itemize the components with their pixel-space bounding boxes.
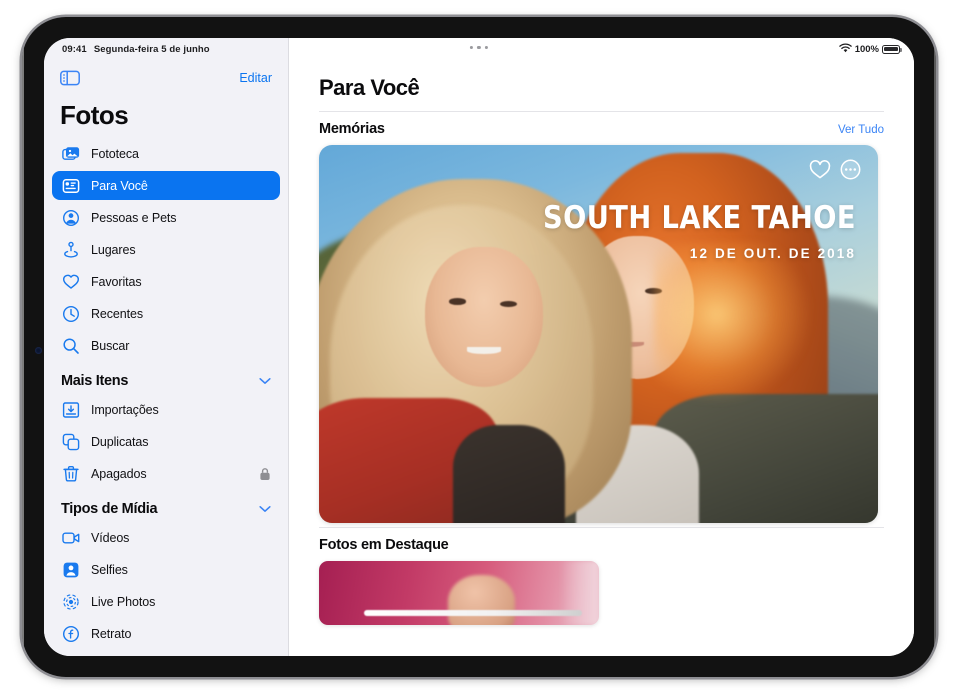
main-content: Para Você Memórias Ver Tudo SOUTH LAKE T… bbox=[289, 38, 914, 656]
sidebar-item-label: Retrato bbox=[91, 626, 132, 641]
sidebar-item-label: Importações bbox=[91, 402, 159, 417]
section-title: Mais Itens bbox=[61, 373, 129, 389]
sidebar-item-label: Favoritas bbox=[91, 274, 142, 289]
content-page-title: Para Você bbox=[319, 75, 420, 100]
memories-see-all-link[interactable]: Ver Tudo bbox=[838, 124, 884, 136]
sidebar-item-duplicatas[interactable]: Duplicatas bbox=[52, 427, 280, 456]
sidebar-item-fototeca[interactable]: Fototeca bbox=[52, 139, 280, 168]
sidebar-item-live-photos[interactable]: Live Photos bbox=[52, 587, 280, 616]
sidebar-item-pessoas-e-pets[interactable]: Pessoas e Pets bbox=[52, 203, 280, 232]
featured-section-title: Fotos em Destaque bbox=[319, 537, 449, 553]
search-icon bbox=[61, 336, 81, 356]
memory-card-date: 12 DE OUT. DE 2018 bbox=[689, 246, 856, 261]
memories-section-header: Memórias Ver Tudo bbox=[289, 112, 914, 145]
front-camera-icon bbox=[35, 347, 42, 354]
memory-card-title: SOUTH LAKE TAHOE bbox=[542, 200, 856, 236]
memory-card-actions bbox=[809, 159, 861, 185]
sidebar-item-favoritas[interactable]: Favoritas bbox=[52, 267, 280, 296]
sidebar-item-para-voce[interactable]: Para Você bbox=[52, 171, 280, 200]
sidebar-item-label: Vídeos bbox=[91, 530, 130, 545]
for-you-icon bbox=[61, 176, 81, 196]
lock-icon bbox=[259, 467, 271, 481]
memories-section-title: Memórias bbox=[319, 121, 385, 137]
portrait-icon bbox=[61, 624, 81, 644]
sidebar-item-retrato[interactable]: Retrato bbox=[52, 619, 280, 648]
sidebar-item-label: Duplicatas bbox=[91, 434, 149, 449]
chevron-down-icon[interactable] bbox=[259, 500, 271, 518]
sidebar-toggle-icon[interactable] bbox=[60, 70, 80, 86]
heart-icon bbox=[61, 272, 81, 292]
featured-carousel[interactable] bbox=[289, 561, 914, 625]
sidebar-item-label: Buscar bbox=[91, 338, 130, 353]
sidebar-item-label: Lugares bbox=[91, 242, 136, 257]
clock-icon bbox=[61, 304, 81, 324]
sidebar-item-lugares[interactable]: Lugares bbox=[52, 235, 280, 264]
sidebar-item-selfies[interactable]: Selfies bbox=[52, 555, 280, 584]
video-camera-icon bbox=[61, 528, 81, 548]
featured-section-header: Fotos em Destaque bbox=[289, 528, 914, 561]
ipad-device-frame: 09:41 Segunda-feira 5 de junho 100% Edit… bbox=[22, 17, 936, 677]
sidebar-item-label: Fototeca bbox=[91, 146, 139, 161]
section-title: Tipos de Mídia bbox=[61, 501, 158, 517]
heart-outline-icon[interactable] bbox=[809, 159, 831, 185]
sidebar-toolbar: Editar bbox=[44, 62, 288, 94]
sidebar-item-label: Live Photos bbox=[91, 594, 156, 609]
sidebar-item-label: Pessoas e Pets bbox=[91, 210, 177, 225]
chevron-down-icon[interactable] bbox=[259, 372, 271, 390]
page-title-fotos: Fotos bbox=[60, 100, 129, 130]
sidebar-primary-list: Fototeca Para Você Pessoas e Pets Lugare… bbox=[44, 139, 288, 360]
memory-card-overlay: SOUTH LAKE TAHOE 12 DE OUT. DE 2018 bbox=[319, 145, 878, 262]
sidebar-item-label: Selfies bbox=[91, 562, 128, 577]
multitask-dots-icon[interactable] bbox=[469, 46, 489, 50]
memories-carousel[interactable]: SOUTH LAKE TAHOE 12 DE OUT. DE 2018 bbox=[289, 145, 914, 527]
trash-icon bbox=[61, 464, 81, 484]
selfie-icon bbox=[61, 560, 81, 580]
photos-library-icon bbox=[61, 144, 81, 164]
people-pets-icon bbox=[61, 208, 81, 228]
sidebar-item-apagados[interactable]: Apagados bbox=[52, 459, 280, 488]
featured-photo-card[interactable] bbox=[319, 561, 599, 625]
live-photo-icon bbox=[61, 592, 81, 612]
sidebar-section-mais-itens[interactable]: Mais Itens bbox=[44, 363, 288, 395]
sidebar-item-importacoes[interactable]: Importações bbox=[52, 395, 280, 424]
ipad-screen: 09:41 Segunda-feira 5 de junho 100% Edit… bbox=[44, 38, 914, 656]
sidebar-item-label: Recentes bbox=[91, 306, 144, 321]
sidebar-item-label: Para Você bbox=[91, 178, 148, 193]
sidebar-item-label: Apagados bbox=[91, 466, 147, 481]
import-icon bbox=[61, 400, 81, 420]
sidebar-item-buscar[interactable]: Buscar bbox=[52, 331, 280, 360]
ellipsis-circle-icon[interactable] bbox=[840, 159, 861, 185]
sidebar-item-recentes[interactable]: Recentes bbox=[52, 299, 280, 328]
duplicates-icon bbox=[61, 432, 81, 452]
edit-button[interactable]: Editar bbox=[239, 71, 272, 85]
sidebar-media-types-list: Vídeos Selfies Live Photos Retrato bbox=[44, 523, 288, 648]
memory-card[interactable]: SOUTH LAKE TAHOE 12 DE OUT. DE 2018 bbox=[319, 145, 878, 523]
sidebar-item-videos[interactable]: Vídeos bbox=[52, 523, 280, 552]
sidebar: Editar Fotos Fototeca Para Você Pessoas … bbox=[44, 38, 289, 656]
sidebar-section-tipos-de-midia[interactable]: Tipos de Mídia bbox=[44, 491, 288, 523]
sidebar-more-items-list: Importações Duplicatas Apagados bbox=[44, 395, 288, 488]
places-pin-icon bbox=[61, 240, 81, 260]
